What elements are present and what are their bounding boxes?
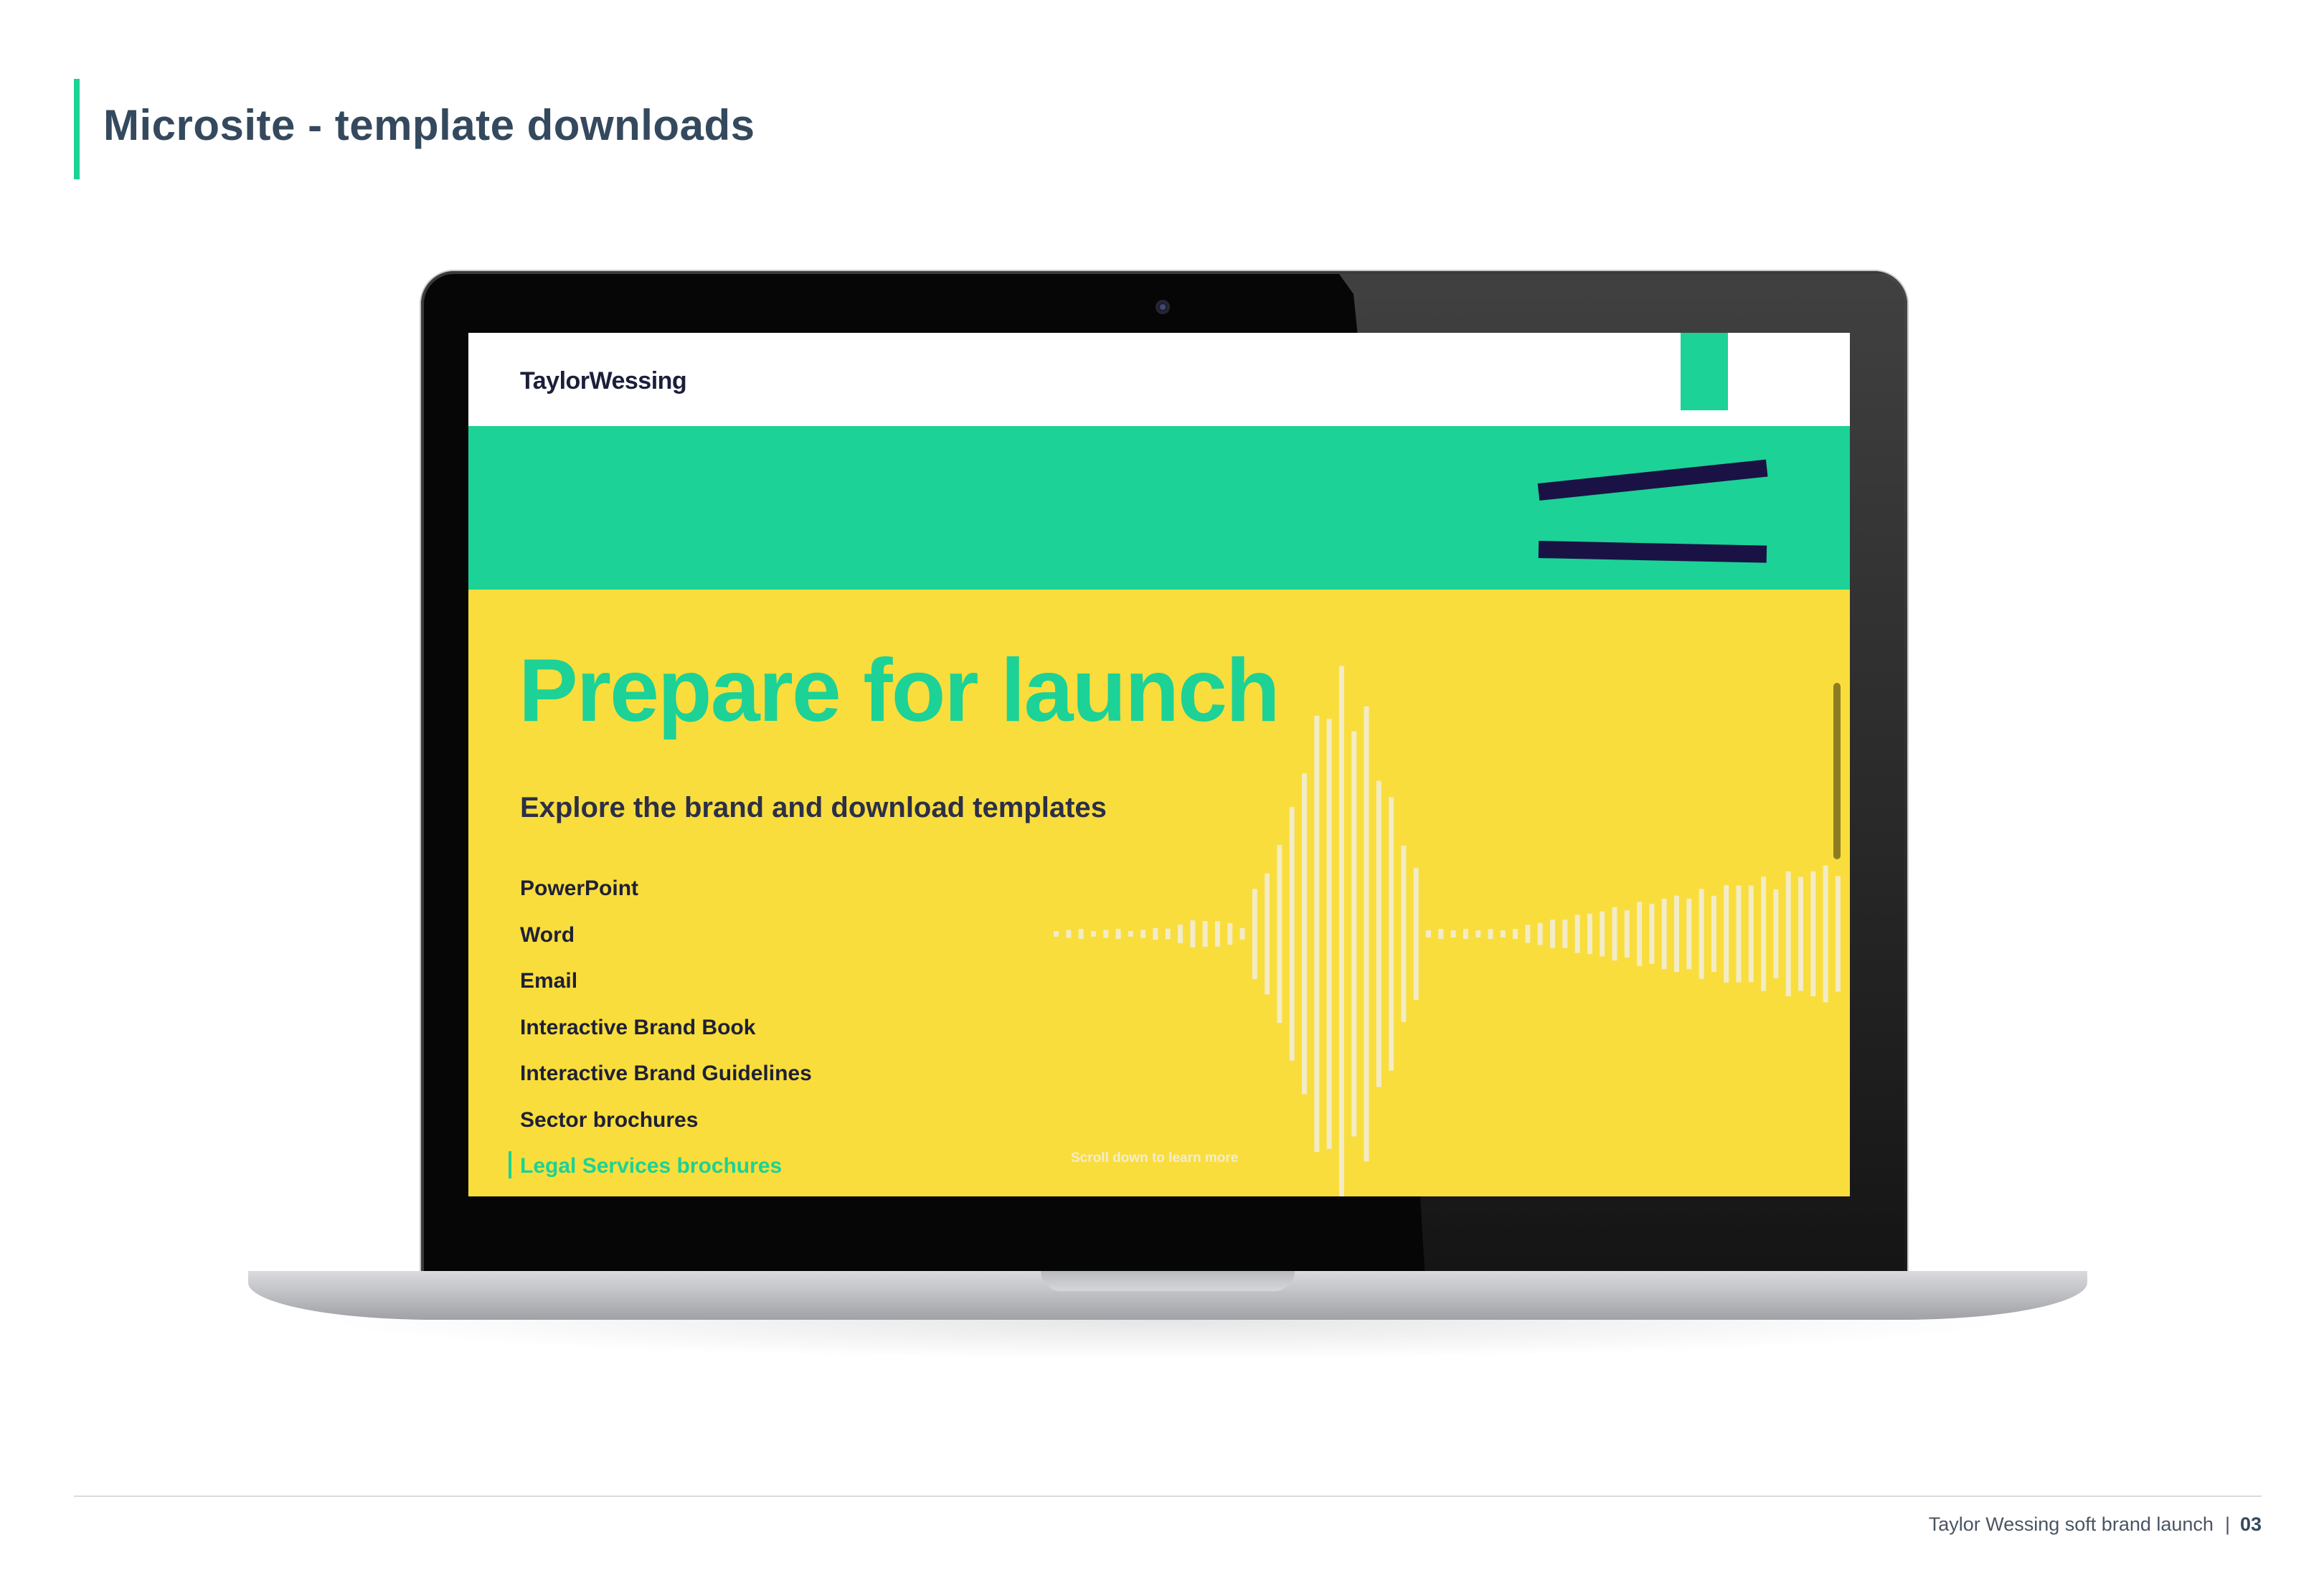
soundwave-bar xyxy=(1115,929,1121,939)
soundwave-bar xyxy=(1128,930,1133,937)
soundwave-bar xyxy=(1699,889,1704,979)
soundwave-bar xyxy=(1525,925,1531,943)
soundwave-bar xyxy=(1202,921,1208,947)
soundwave-bar xyxy=(1649,904,1655,964)
soundwave-bar xyxy=(1140,930,1146,938)
soundwave-bar xyxy=(1661,898,1667,970)
soundwave-bar xyxy=(1513,929,1518,939)
page-scrollbar[interactable] xyxy=(1833,683,1841,859)
menu-item-interactive-brand-guidelines[interactable]: Interactive Brand Guidelines xyxy=(520,1062,812,1108)
footer-divider xyxy=(74,1496,2262,1497)
menu-item-sector-brochures[interactable]: Sector brochures xyxy=(520,1108,812,1155)
soundwave-bar xyxy=(1389,797,1394,1071)
soundwave-bar xyxy=(1078,929,1084,939)
soundwave-bar xyxy=(1463,929,1468,939)
menu-item-legal-services-brochures[interactable]: Legal Services brochures xyxy=(509,1151,812,1196)
soundwave-bar xyxy=(1835,876,1841,992)
page-number: 03 xyxy=(2239,1513,2262,1535)
soundwave-bar xyxy=(1612,907,1617,961)
soundwave-bar xyxy=(1338,666,1344,1196)
soundwave-bar xyxy=(1785,871,1791,996)
laptop-base-notch xyxy=(1041,1271,1295,1291)
soundwave-bar xyxy=(1426,930,1431,937)
soundwave-bar xyxy=(1314,715,1320,1153)
soundwave-bar xyxy=(1265,873,1270,995)
soundwave-bar xyxy=(1239,928,1245,940)
soundwave-bar xyxy=(1103,930,1109,938)
slide-title: Microsite - template downloads xyxy=(103,101,755,149)
menu-item-email[interactable]: Email xyxy=(520,969,812,1016)
menu-item-word[interactable]: Word xyxy=(520,923,812,970)
soundwave-bar xyxy=(1165,928,1171,940)
green-banner xyxy=(468,426,1850,590)
soundwave-bar xyxy=(1810,871,1816,996)
soundwave-bar xyxy=(1413,868,1419,1000)
soundwave-bar xyxy=(1326,719,1332,1149)
menu-item-interactive-brand-book[interactable]: Interactive Brand Book xyxy=(520,1016,812,1062)
soundwave-bar xyxy=(1438,929,1444,939)
soundwave-bar xyxy=(1798,877,1803,991)
laptop-lid: TaylorWessing Prepare for launch Explore… xyxy=(421,271,1907,1275)
soundwave-bar xyxy=(1401,845,1407,1022)
scroll-hint[interactable]: Scroll down to learn more xyxy=(1071,1151,1238,1166)
soundwave-bar xyxy=(1773,889,1779,978)
soundwave-bar xyxy=(1587,913,1592,955)
laptop-base xyxy=(248,1271,2087,1320)
header-accent-tab xyxy=(1681,333,1728,410)
soundwave-bar xyxy=(1289,807,1295,1061)
soundwave-bar xyxy=(1227,922,1233,945)
soundwave-bar xyxy=(1364,706,1369,1162)
soundwave-bar xyxy=(1252,889,1257,979)
soundwave-bar xyxy=(1066,930,1072,938)
soundwave-bar xyxy=(1748,885,1754,983)
soundwave-bar xyxy=(1537,922,1543,945)
soundwave-bar xyxy=(1500,930,1506,937)
soundwave-bar xyxy=(1624,910,1630,958)
hero-section: Prepare for launch Explore the brand and… xyxy=(468,590,1850,1196)
laptop-screen: TaylorWessing Prepare for launch Explore… xyxy=(468,333,1850,1196)
soundwave-bar xyxy=(1190,920,1196,948)
soundwave-bar xyxy=(1562,920,1568,948)
laptop-shadow xyxy=(251,1320,2084,1363)
soundwave-bar xyxy=(1550,920,1555,948)
soundwave-bar xyxy=(1277,844,1283,1024)
webcam-icon xyxy=(1156,300,1170,314)
soundwave-bar xyxy=(1574,915,1580,953)
soundwave-bar xyxy=(1637,902,1643,966)
template-download-menu: PowerPoint Word Email Interactive Brand … xyxy=(509,877,812,1196)
footer-text: Taylor Wessing soft brand launch xyxy=(1928,1513,2214,1535)
hero-subtitle: Explore the brand and download templates xyxy=(520,792,1107,823)
soundwave-bar xyxy=(1711,895,1716,972)
hero-title: Prepare for launch xyxy=(519,641,1280,740)
menu-item-powerpoint[interactable]: PowerPoint xyxy=(520,877,812,923)
soundwave-bar xyxy=(1054,931,1059,937)
slide-footer: Taylor Wessing soft brand launch | 03 xyxy=(1929,1513,2262,1536)
footer-separator: | xyxy=(2224,1513,2230,1535)
site-header: TaylorWessing xyxy=(468,333,1850,426)
soundwave-bar xyxy=(1214,921,1220,947)
soundwave-bar xyxy=(1475,930,1481,937)
taylor-wessing-logo[interactable]: TaylorWessing xyxy=(520,367,687,395)
soundwave-bar xyxy=(1736,885,1742,983)
soundwave-bar xyxy=(1674,895,1679,973)
soundwave-bar xyxy=(1302,773,1307,1095)
slide-title-accent-bar xyxy=(74,79,80,179)
soundwave-bar xyxy=(1153,927,1158,940)
soundwave-bar xyxy=(1823,865,1828,1003)
soundwave-bar xyxy=(1450,930,1456,937)
soundwave-bar xyxy=(1376,780,1381,1087)
soundwave-bar xyxy=(1724,885,1729,983)
soundwave-bar xyxy=(1488,929,1493,939)
soundwave-bar xyxy=(1600,911,1605,957)
soundwave-bar xyxy=(1351,731,1357,1137)
soundwave-bar xyxy=(1686,898,1692,970)
soundwave-bar xyxy=(1761,877,1767,991)
soundwave-bar xyxy=(1178,925,1183,943)
soundwave-bar xyxy=(1090,931,1096,937)
